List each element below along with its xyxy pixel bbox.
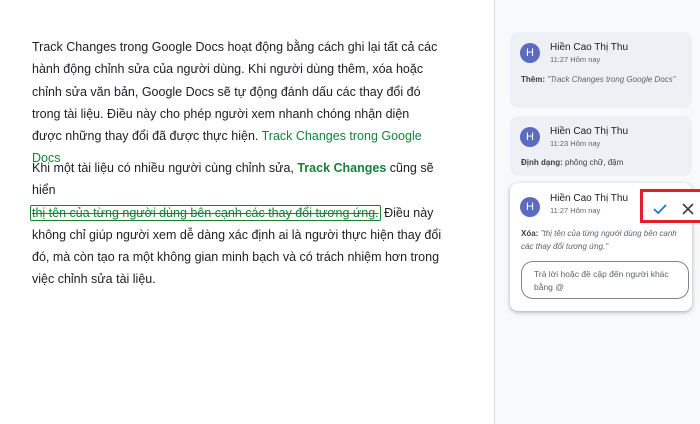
suggestion-type-label: Định dạng: <box>521 158 563 167</box>
close-icon <box>682 203 694 215</box>
comment-time: 11:27 Hôm nay <box>550 55 601 64</box>
suggestion-type-label: Thêm: <box>521 75 545 84</box>
avatar: H <box>520 197 540 217</box>
comment-body: Xóa: "thị tên của từng người dùng bên cạ… <box>521 227 686 253</box>
comment-author: Hiền Cao Thị Thu <box>550 126 629 137</box>
suggestion-card-insert[interactable]: H Hiền Cao Thị Thu 11:27 Hôm nay Thêm: "… <box>510 32 692 108</box>
suggestion-content: phông chữ, đậm <box>565 158 624 167</box>
comment-author: Hiền Cao Thị Thu <box>550 42 629 53</box>
deleted-text-highlight[interactable]: thị tên của từng người dùng bên cạnh các… <box>30 204 381 221</box>
suggestions-panel: H Hiền Cao Thị Thu 11:27 Hôm nay Thêm: "… <box>495 0 700 424</box>
paragraph-2-text-start: Khi một tài liệu có nhiều người cùng chỉ… <box>32 161 298 175</box>
formatted-text-suggestion[interactable]: Track Changes <box>297 161 386 175</box>
suggestion-type-label: Xóa: <box>521 229 539 238</box>
reply-input[interactable]: Trả lời hoặc đề cập đến người khác bằng … <box>521 261 689 299</box>
comment-time: 11:27 Hôm nay <box>550 206 601 215</box>
paragraph-2[interactable]: Khi một tài liệu có nhiều người cùng chỉ… <box>30 157 442 291</box>
deleted-text-suggestion: thị tên của từng người dùng bên cạnh các… <box>32 205 379 220</box>
action-buttons-highlight <box>640 189 700 223</box>
avatar: H <box>520 127 540 147</box>
check-icon <box>653 204 667 214</box>
reject-suggestion-button[interactable] <box>677 198 699 220</box>
suggestion-card-format[interactable]: H Hiền Cao Thị Thu 11:23 Hôm nay Định dạ… <box>510 116 692 176</box>
document-page: Track Changes trong Google Docs hoạt độn… <box>0 0 494 424</box>
avatar: H <box>520 43 540 63</box>
paragraph-1[interactable]: Track Changes trong Google Docs hoạt độn… <box>32 36 442 170</box>
comment-body: Thêm: "Track Changes trong Google Docs" <box>521 73 686 86</box>
suggestion-content: "thị tên của từng người dùng bên cạnh cá… <box>521 229 677 251</box>
suggestion-card-delete[interactable]: H Hiền Cao Thị Thu 11:27 Hôm nay Xóa: "t… <box>510 183 700 311</box>
comment-time: 11:23 Hôm nay <box>550 139 601 148</box>
suggestion-content: "Track Changes trong Google Docs" <box>547 75 676 84</box>
paragraph-1-text: Track Changes trong Google Docs hoạt độn… <box>32 40 438 144</box>
comment-body: Định dạng: phông chữ, đậm <box>521 156 686 169</box>
accept-suggestion-button[interactable] <box>649 198 671 220</box>
comment-author: Hiền Cao Thị Thu <box>550 193 629 204</box>
